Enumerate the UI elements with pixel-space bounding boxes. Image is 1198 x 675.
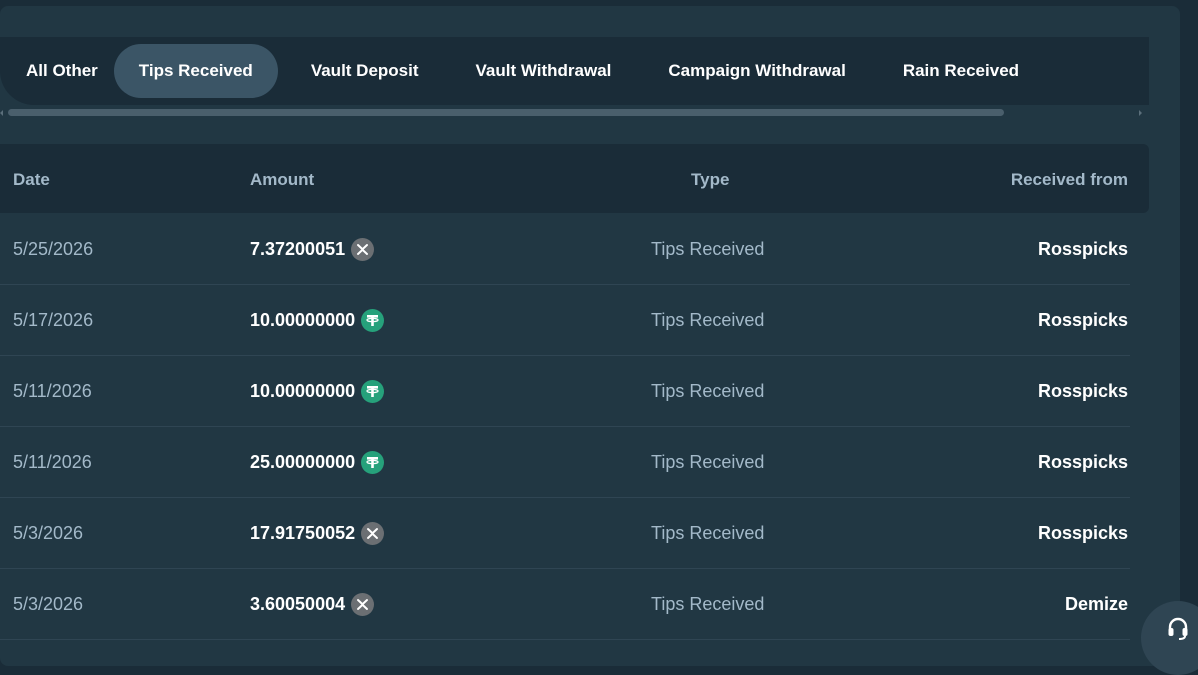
row-received-from[interactable]: Rosspicks bbox=[1038, 284, 1128, 356]
row-amount: 10.00000000 bbox=[250, 284, 385, 356]
row-amount: 3.60050004 bbox=[250, 568, 375, 640]
tab-tips-received[interactable]: Tips Received bbox=[113, 44, 278, 98]
table-row: 5/3/2026 3.60050004 Tips Received Demize bbox=[0, 568, 1130, 640]
column-header-amount: Amount bbox=[250, 170, 315, 189]
row-received-from[interactable]: Rosspicks bbox=[1038, 426, 1128, 498]
row-received-from[interactable]: Rosspicks bbox=[1038, 497, 1128, 569]
table-row: 5/25/2026 7.37200051 Tips Received Rosspick… bbox=[0, 213, 1130, 285]
tab-vault-withdrawal[interactable]: Vault Withdrawal bbox=[460, 44, 628, 98]
column-header-type: Type bbox=[691, 170, 730, 189]
row-type: Tips Received bbox=[651, 523, 765, 543]
row-type: Tips Received bbox=[651, 594, 765, 614]
row-amount: 17.91750052 bbox=[250, 497, 385, 569]
row-amount-value: 10.00000000 bbox=[250, 310, 356, 330]
row-type: Tips Received bbox=[651, 310, 765, 330]
table-header: Date Amount Type Received from bbox=[0, 144, 1149, 213]
row-date: 5/11/2026 bbox=[13, 381, 92, 401]
column-header-received-from: Received from bbox=[1010, 170, 1128, 189]
row-date: 5/3/2026 bbox=[13, 594, 84, 614]
row-amount: 7.37200051 bbox=[250, 213, 375, 285]
table-row: 5/17/2026 10.00000000 Tips Received Rosspic… bbox=[0, 284, 1130, 356]
row-amount-value: 10.00000000 bbox=[250, 381, 356, 401]
tab-rain-received[interactable]: Rain Received bbox=[887, 44, 1035, 98]
tab-campaign-withdrawal[interactable]: Campaign Withdrawal bbox=[652, 44, 861, 98]
row-date: 5/3/2026 bbox=[13, 523, 84, 543]
row-amount: 10.00000000 bbox=[250, 355, 385, 427]
usdt-icon bbox=[361, 450, 385, 474]
tab-all-other[interactable]: All Other bbox=[10, 44, 114, 98]
usdt-icon bbox=[361, 308, 385, 332]
table-row: 5/11/2026 10.00000000 Tips Received Rosspic… bbox=[0, 355, 1130, 427]
tab-vault-deposit[interactable]: Vault Deposit bbox=[295, 44, 435, 98]
tab-bar: All Other Tips Received Vault Deposit Va… bbox=[0, 37, 1149, 105]
row-type: Tips Received bbox=[651, 452, 765, 472]
row-type: Tips Received bbox=[651, 239, 765, 259]
scroll-left-arrow-icon[interactable] bbox=[0, 110, 3, 116]
row-received-from[interactable]: Rosspicks bbox=[1038, 213, 1128, 285]
row-amount-value: 7.37200051 bbox=[250, 239, 346, 259]
row-type: Tips Received bbox=[651, 381, 765, 401]
row-amount-value: 3.60050004 bbox=[250, 594, 346, 614]
headset-icon bbox=[1168, 617, 1188, 640]
table-row: 5/11/2026 25.00000000 Tips Received Rosspic… bbox=[0, 426, 1130, 498]
xrp-icon bbox=[361, 521, 385, 545]
scroll-right-arrow-icon[interactable] bbox=[1139, 110, 1142, 116]
column-header-date: Date bbox=[13, 170, 50, 189]
usdt-icon bbox=[361, 379, 385, 403]
tab-scrollbar[interactable] bbox=[0, 107, 1149, 119]
row-date: 5/11/2026 bbox=[13, 452, 92, 472]
row-date: 5/25/2026 bbox=[13, 239, 94, 259]
table-row: 5/3/2026 17.91750052 Tips Received Rosspick… bbox=[0, 497, 1130, 569]
row-date: 5/17/2026 bbox=[13, 310, 94, 330]
row-amount-value: 17.91750052 bbox=[250, 523, 356, 543]
row-amount-value: 25.00000000 bbox=[250, 452, 356, 472]
row-received-from[interactable]: Rosspicks bbox=[1038, 355, 1128, 427]
row-amount: 25.00000000 bbox=[250, 426, 385, 498]
row-received-from[interactable]: Demize bbox=[1065, 568, 1128, 640]
xrp-icon bbox=[351, 592, 375, 616]
xrp-icon bbox=[351, 237, 375, 261]
scroll-thumb[interactable] bbox=[8, 109, 1004, 116]
